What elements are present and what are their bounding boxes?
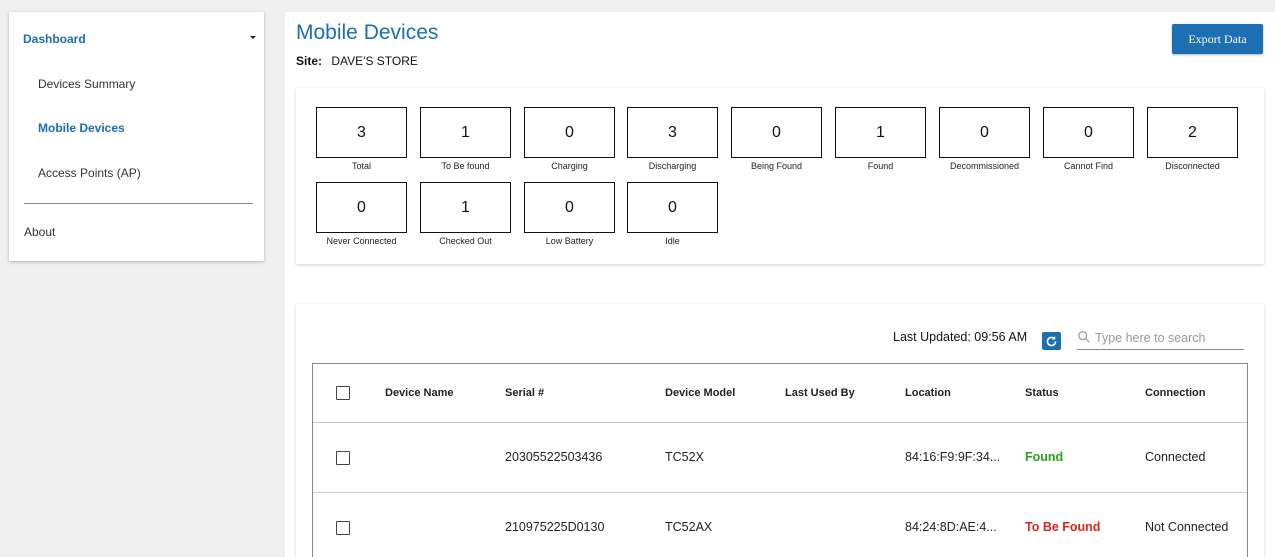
table-header-row: Device Name Serial # Device Model Last U… xyxy=(313,364,1247,423)
stat-value[interactable]: 1 xyxy=(420,182,511,233)
sidebar-dashboard-label: Dashboard xyxy=(23,32,86,46)
stat-value[interactable]: 1 xyxy=(420,107,511,158)
stat-label: Disconnected xyxy=(1165,161,1220,171)
row-checkbox[interactable] xyxy=(336,521,350,535)
last-updated-text: Last Updated: 09:56 AM xyxy=(893,330,1028,344)
stat-value[interactable]: 0 xyxy=(731,107,822,158)
caret-down-icon xyxy=(250,36,256,39)
cell-location: 84:24:8D:AE:4... xyxy=(905,520,997,534)
stat-label: Cannot Find xyxy=(1063,161,1114,171)
stat-value[interactable]: 0 xyxy=(939,107,1030,158)
table-row[interactable]: 20305522503436 TC52X 84:16:F9:9F:34... F… xyxy=(313,423,1247,493)
sidebar-item-mobile-devices[interactable]: Mobile Devices xyxy=(38,121,125,135)
stat-checked-out: 1 Checked Out xyxy=(420,182,511,246)
stat-disconnected: 2 Disconnected xyxy=(1147,107,1238,171)
cell-serial: 210975225D0130 xyxy=(505,520,605,534)
cell-connection: Not Connected xyxy=(1145,520,1229,534)
stat-label: Being Found xyxy=(750,161,803,171)
stat-label: Decommissioned xyxy=(949,161,1020,171)
devices-table-card: Last Updated: 09:56 AM Device Name Seria… xyxy=(296,304,1264,557)
stat-label: Found xyxy=(867,161,894,171)
cell-device-model: TC52X xyxy=(665,450,704,464)
row-checkbox[interactable] xyxy=(336,451,350,465)
stat-total: 3 Total xyxy=(316,107,407,171)
stat-label: To Be found xyxy=(441,161,490,171)
site-label: Site: xyxy=(296,54,323,68)
search-icon xyxy=(1078,331,1090,343)
cell-location: 84:16:F9:9F:34... xyxy=(905,450,1001,464)
cell-serial: 20305522503436 xyxy=(505,450,603,464)
sidebar-item-access-points[interactable]: Access Points (AP) xyxy=(38,166,141,180)
stat-value[interactable]: 0 xyxy=(524,107,615,158)
refresh-icon xyxy=(1046,335,1057,346)
stat-label: Charging xyxy=(551,161,588,171)
stat-label: Idle xyxy=(665,236,680,246)
stat-label: Total xyxy=(351,161,371,171)
search-input[interactable] xyxy=(1095,328,1243,348)
sidebar-item-devices-summary[interactable]: Devices Summary xyxy=(38,77,135,91)
stat-never-connected: 0 Never Connected xyxy=(316,182,407,246)
stat-charging: 0 Charging xyxy=(524,107,615,171)
page-title: Mobile Devices xyxy=(296,21,439,44)
cell-status: Found xyxy=(1025,450,1064,464)
stat-value[interactable]: 0 xyxy=(316,182,407,233)
stat-value[interactable]: 1 xyxy=(835,107,926,158)
stat-cannot-find: 0 Cannot Find xyxy=(1043,107,1134,171)
column-header-last-used-by[interactable]: Last Used By xyxy=(785,387,855,399)
column-header-status[interactable]: Status xyxy=(1025,387,1059,399)
devices-table: Device Name Serial # Device Model Last U… xyxy=(312,363,1248,557)
stat-value[interactable]: 0 xyxy=(524,182,615,233)
column-header-location[interactable]: Location xyxy=(905,387,951,399)
sidebar-dashboard-toggle[interactable]: Dashboard xyxy=(23,32,256,46)
cell-device-model: TC52AX xyxy=(665,520,713,534)
stat-idle: 0 Idle xyxy=(627,182,718,246)
site-info: Site: DAVE'S STORE xyxy=(296,54,418,68)
select-all-checkbox[interactable] xyxy=(336,386,350,400)
cell-connection: Connected xyxy=(1145,450,1206,464)
stat-label: Discharging xyxy=(648,161,697,171)
column-header-device-name[interactable]: Device Name xyxy=(385,387,454,399)
site-value: DAVE'S STORE xyxy=(331,54,418,68)
stat-value[interactable]: 2 xyxy=(1147,107,1238,158)
stat-value[interactable]: 0 xyxy=(627,182,718,233)
column-header-serial[interactable]: Serial # xyxy=(505,387,544,399)
stat-to-be-found: 1 To Be found xyxy=(420,107,511,171)
column-header-connection[interactable]: Connection xyxy=(1145,387,1206,399)
stat-label: Low Battery xyxy=(545,236,594,246)
sidebar-divider xyxy=(24,203,253,204)
stat-decommissioned: 0 Decommissioned xyxy=(939,107,1030,171)
sidebar-item-about[interactable]: About xyxy=(24,225,55,239)
stat-label: Never Connected xyxy=(326,236,397,246)
table-row[interactable]: 210975225D0130 TC52AX 84:24:8D:AE:4... T… xyxy=(313,493,1247,557)
stat-discharging: 3 Discharging xyxy=(627,107,718,171)
stat-low-battery: 0 Low Battery xyxy=(524,182,615,246)
sidebar: Dashboard Devices Summary Mobile Devices… xyxy=(9,12,264,261)
refresh-button[interactable] xyxy=(1042,332,1061,350)
column-header-device-model[interactable]: Device Model xyxy=(665,387,735,399)
stat-value[interactable]: 0 xyxy=(1043,107,1134,158)
stat-label: Checked Out xyxy=(439,236,492,246)
stat-value[interactable]: 3 xyxy=(316,107,407,158)
export-data-button[interactable]: Export Data xyxy=(1172,24,1263,54)
stat-found: 1 Found xyxy=(835,107,926,171)
stat-value[interactable]: 3 xyxy=(627,107,718,158)
summary-card: 3 Total 1 To Be found 0 Charging 3 Disch… xyxy=(296,88,1264,264)
stat-being-found: 0 Being Found xyxy=(731,107,822,171)
search-box xyxy=(1077,328,1244,350)
cell-status: To Be Found xyxy=(1025,520,1101,534)
